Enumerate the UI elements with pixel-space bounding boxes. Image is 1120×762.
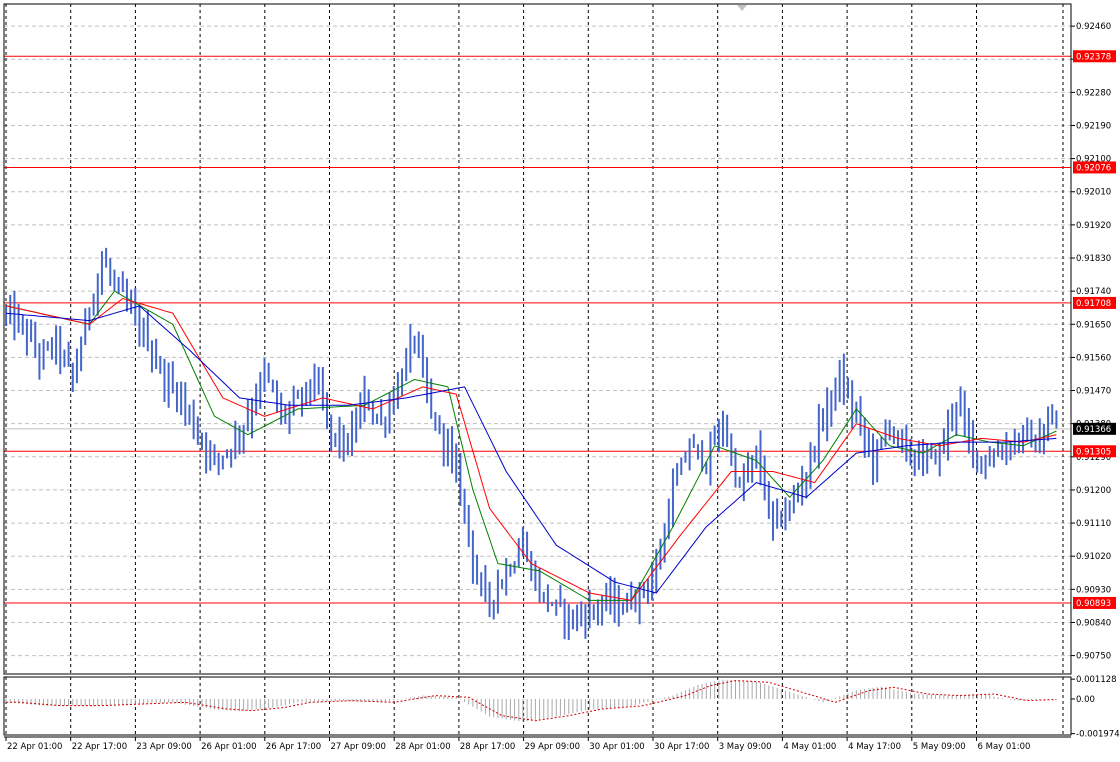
time-tick-label: 4 May 17:00 xyxy=(848,742,901,752)
oscillator-tick-label: -0.001974 xyxy=(1076,730,1120,740)
price-tick-label: 0.92460 xyxy=(1076,22,1111,32)
level-label: 0.92076 xyxy=(1076,163,1111,173)
time-tick-label: 29 Apr 09:00 xyxy=(525,742,580,752)
level-label: 0.90893 xyxy=(1076,599,1111,609)
time-tick-label: 27 Apr 09:00 xyxy=(331,742,386,752)
current-price-label: 0.91366 xyxy=(1076,425,1111,435)
price-tick-label: 0.91110 xyxy=(1076,519,1111,529)
time-tick-label: 28 Apr 17:00 xyxy=(460,742,515,752)
price-tick-label: 0.90750 xyxy=(1076,652,1111,662)
time-tick-label: 5 May 09:00 xyxy=(913,742,966,752)
time-tick-label: 26 Apr 17:00 xyxy=(266,742,321,752)
price-tick-label: 0.92010 xyxy=(1076,188,1111,198)
time-tick-label: 4 May 01:00 xyxy=(783,742,836,752)
level-label: 0.91305 xyxy=(1076,447,1111,457)
chart-svg[interactable]: 0.924600.923700.922800.921900.921000.920… xyxy=(0,0,1120,758)
price-tick-label: 0.91740 xyxy=(1076,287,1111,297)
price-tick-label: 0.91020 xyxy=(1076,552,1111,562)
price-tick-label: 0.91560 xyxy=(1076,353,1111,363)
oscillator-tick-label: 0.001128 xyxy=(1076,675,1117,685)
level-label: 0.91708 xyxy=(1076,299,1111,309)
price-tick-label: 0.91650 xyxy=(1076,320,1111,330)
price-tick-label: 0.92280 xyxy=(1076,88,1111,98)
time-tick-label: 6 May 01:00 xyxy=(978,742,1031,752)
price-tick-label: 0.92190 xyxy=(1076,121,1111,131)
time-tick-label: 28 Apr 01:00 xyxy=(395,742,450,752)
time-tick-label: 30 Apr 01:00 xyxy=(589,742,644,752)
time-tick-label: 30 Apr 17:00 xyxy=(654,742,709,752)
oscillator-tick-label: 0.00 xyxy=(1076,695,1095,705)
price-tick-label: 0.90840 xyxy=(1076,618,1111,628)
time-tick-label: 26 Apr 01:00 xyxy=(201,742,256,752)
time-tick-label: 22 Apr 17:00 xyxy=(72,742,127,752)
price-tick-label: 0.91830 xyxy=(1076,254,1111,264)
time-tick-label: 22 Apr 01:00 xyxy=(7,742,62,752)
price-tick-label: 0.91200 xyxy=(1076,486,1111,496)
price-tick-label: 0.90930 xyxy=(1076,585,1111,595)
time-tick-label: 23 Apr 09:00 xyxy=(136,742,191,752)
forex-chart[interactable]: 0.924600.923700.922800.921900.921000.920… xyxy=(0,0,1120,758)
price-tick-label: 0.91470 xyxy=(1076,387,1111,397)
price-tick-label: 0.91920 xyxy=(1076,221,1111,231)
level-label: 0.92378 xyxy=(1076,52,1111,62)
time-tick-label: 3 May 09:00 xyxy=(719,742,772,752)
